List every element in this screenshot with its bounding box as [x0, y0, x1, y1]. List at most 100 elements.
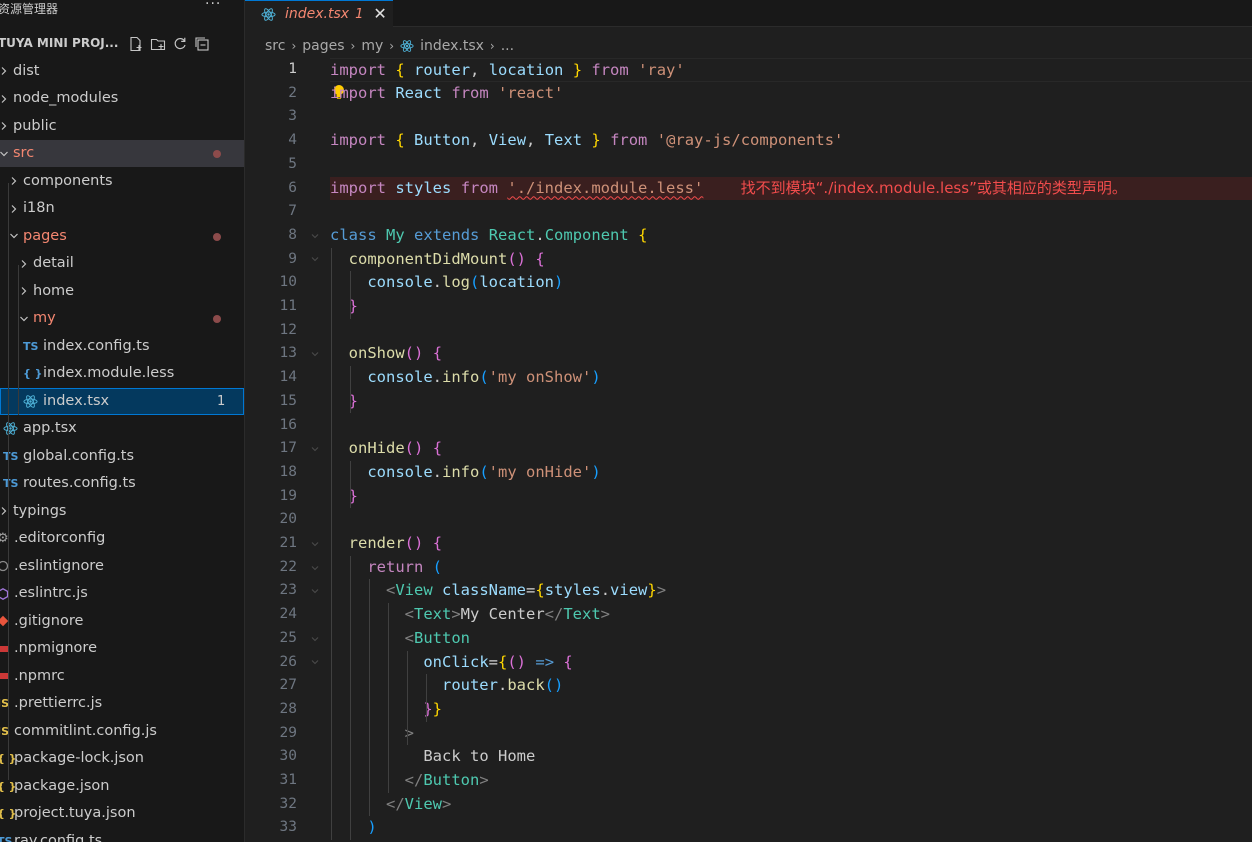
code-line[interactable]: import { router, location } from 'ray'	[330, 58, 1252, 82]
code-line[interactable]: class My extends React.Component {	[330, 224, 1252, 248]
code-line[interactable]: onHide() {	[330, 437, 1252, 461]
code-line[interactable]: }}	[330, 698, 1252, 722]
file-index-config-ts[interactable]: TS index.config.ts	[0, 333, 244, 360]
file-gitignore[interactable]: .gitignore	[0, 608, 244, 635]
code-line[interactable]: >	[330, 722, 1252, 746]
file-package-json[interactable]: { }package.json	[0, 773, 244, 800]
code-token: Text	[563, 605, 601, 624]
file-eslintrc-js[interactable]: .eslintrc.js	[0, 580, 244, 607]
folder-home[interactable]: home	[0, 278, 244, 305]
fold-chevron-icon[interactable]	[309, 532, 321, 556]
chevron-down-icon[interactable]	[18, 305, 30, 332]
code-line[interactable]: import React from 'react'	[330, 82, 1252, 106]
chevron-down-icon[interactable]	[0, 140, 10, 167]
code-line[interactable]: <Button	[330, 627, 1252, 651]
close-tab-icon[interactable]: ✕	[373, 6, 386, 22]
breadcrumb-pages[interactable]: pages	[302, 38, 344, 54]
file-global-config-ts[interactable]: TS global.config.ts	[0, 443, 244, 470]
project-section-header[interactable]: TUYA MINI PROJ...	[0, 30, 244, 58]
chevron-right-icon[interactable]	[8, 168, 20, 195]
breadcrumb-my[interactable]: my	[361, 38, 383, 54]
breadcrumb-symbols[interactable]: ...	[501, 38, 514, 54]
code-line[interactable]: }	[330, 485, 1252, 509]
code-line[interactable]: <View className={styles.view}>	[330, 579, 1252, 603]
folder-src[interactable]: src	[0, 140, 244, 167]
code-line[interactable]: componentDidMount() {	[330, 248, 1252, 272]
file-eslintignore[interactable]: .eslintignore	[0, 553, 244, 580]
file-index-module-less[interactable]: { } index.module.less	[0, 360, 244, 387]
fold-chevron-icon[interactable]	[309, 248, 321, 272]
folder-detail[interactable]: detail	[0, 250, 244, 277]
code-line[interactable]	[330, 414, 1252, 438]
code-line[interactable]	[330, 153, 1252, 177]
fold-chevron-icon[interactable]	[309, 651, 321, 675]
folder-components[interactable]: components	[0, 168, 244, 195]
code-line[interactable]	[330, 105, 1252, 129]
folder-public[interactable]: public	[0, 113, 244, 140]
folder-pages[interactable]: pages	[0, 223, 244, 250]
collapse-all-icon[interactable]	[194, 36, 210, 52]
file-npmignore[interactable]: .npmignore	[0, 635, 244, 662]
file-prettierrc-js[interactable]: JS.prettierrc.js	[0, 690, 244, 717]
code-line[interactable]: </Button>	[330, 769, 1252, 793]
line-number: 21	[279, 535, 297, 551]
tab-index-tsx[interactable]: index.tsx 1 ✕	[245, 0, 393, 27]
code-line[interactable]: render() {	[330, 532, 1252, 556]
breadcrumb-src[interactable]: src	[265, 38, 285, 54]
new-file-icon[interactable]	[128, 36, 144, 52]
chevron-right-icon[interactable]	[0, 113, 10, 140]
fold-chevron-icon[interactable]	[309, 579, 321, 603]
file-project-tuya-json[interactable]: { }project.tuya.json	[0, 800, 244, 827]
more-actions-icon[interactable]: ···	[205, 0, 221, 12]
code-line[interactable]: Back to Home	[330, 745, 1252, 769]
fold-chevron-icon[interactable]	[309, 556, 321, 580]
chevron-right-icon[interactable]	[18, 278, 30, 305]
file-package-lock-json[interactable]: { }package-lock.json	[0, 745, 244, 772]
code-line[interactable]: console.log(location)	[330, 271, 1252, 295]
code-line[interactable]: return (	[330, 556, 1252, 580]
line-number: 26	[279, 653, 297, 670]
code-line[interactable]: router.back()	[330, 674, 1252, 698]
new-folder-icon[interactable]	[150, 36, 166, 52]
code-line[interactable]: <Text>My Center</Text>	[330, 603, 1252, 627]
folder-i18n[interactable]: i18n	[0, 195, 244, 222]
file-npmrc[interactable]: .npmrc	[0, 663, 244, 690]
chevron-right-icon[interactable]	[0, 85, 10, 112]
file-routes-config-ts[interactable]: TS routes.config.ts	[0, 470, 244, 497]
chevron-right-icon[interactable]	[0, 58, 10, 85]
code-line[interactable]: console.info('my onHide')	[330, 461, 1252, 485]
file-ray-config-ts[interactable]: TSray.config.ts	[0, 828, 244, 842]
refresh-icon[interactable]	[172, 36, 188, 52]
code-line[interactable]: import { Button, View, Text } from '@ray…	[330, 129, 1252, 153]
fold-chevron-icon[interactable]	[309, 437, 321, 461]
code-line[interactable]: onClick={() => {	[330, 651, 1252, 675]
code-line[interactable]: }	[330, 390, 1252, 414]
code-line[interactable]: )	[330, 816, 1252, 840]
code-line[interactable]: onShow() {	[330, 342, 1252, 366]
folder-typings[interactable]: typings	[0, 498, 244, 525]
file-index-tsx[interactable]: index.tsx 1	[0, 387, 244, 415]
fold-chevron-icon[interactable]	[309, 224, 321, 248]
folder-my[interactable]: my	[0, 305, 244, 332]
chevron-right-icon[interactable]	[8, 195, 20, 222]
file-editorconfig[interactable]: ⚙.editorconfig	[0, 525, 244, 552]
fold-chevron-icon[interactable]	[309, 627, 321, 651]
code-line[interactable]	[330, 319, 1252, 343]
chevron-down-icon[interactable]	[8, 223, 20, 250]
code-line[interactable]	[330, 200, 1252, 224]
folder-dist[interactable]: dist	[0, 58, 244, 85]
breadcrumb-file[interactable]: index.tsx	[420, 38, 484, 54]
chevron-right-icon[interactable]	[18, 250, 30, 277]
fold-chevron-icon[interactable]	[309, 342, 321, 366]
code-line[interactable]: import styles from './index.module.less'…	[330, 176, 1252, 201]
code-line[interactable]	[330, 508, 1252, 532]
code-line[interactable]: }	[330, 295, 1252, 319]
code-line[interactable]: console.info('my onShow')	[330, 366, 1252, 390]
file-commitlint-config-js[interactable]: JScommitlint.config.js	[0, 718, 244, 745]
file-app-tsx[interactable]: app.tsx	[0, 415, 244, 442]
folder-node-modules[interactable]: node_modules	[0, 85, 244, 112]
code-line[interactable]: </View>	[330, 793, 1252, 817]
